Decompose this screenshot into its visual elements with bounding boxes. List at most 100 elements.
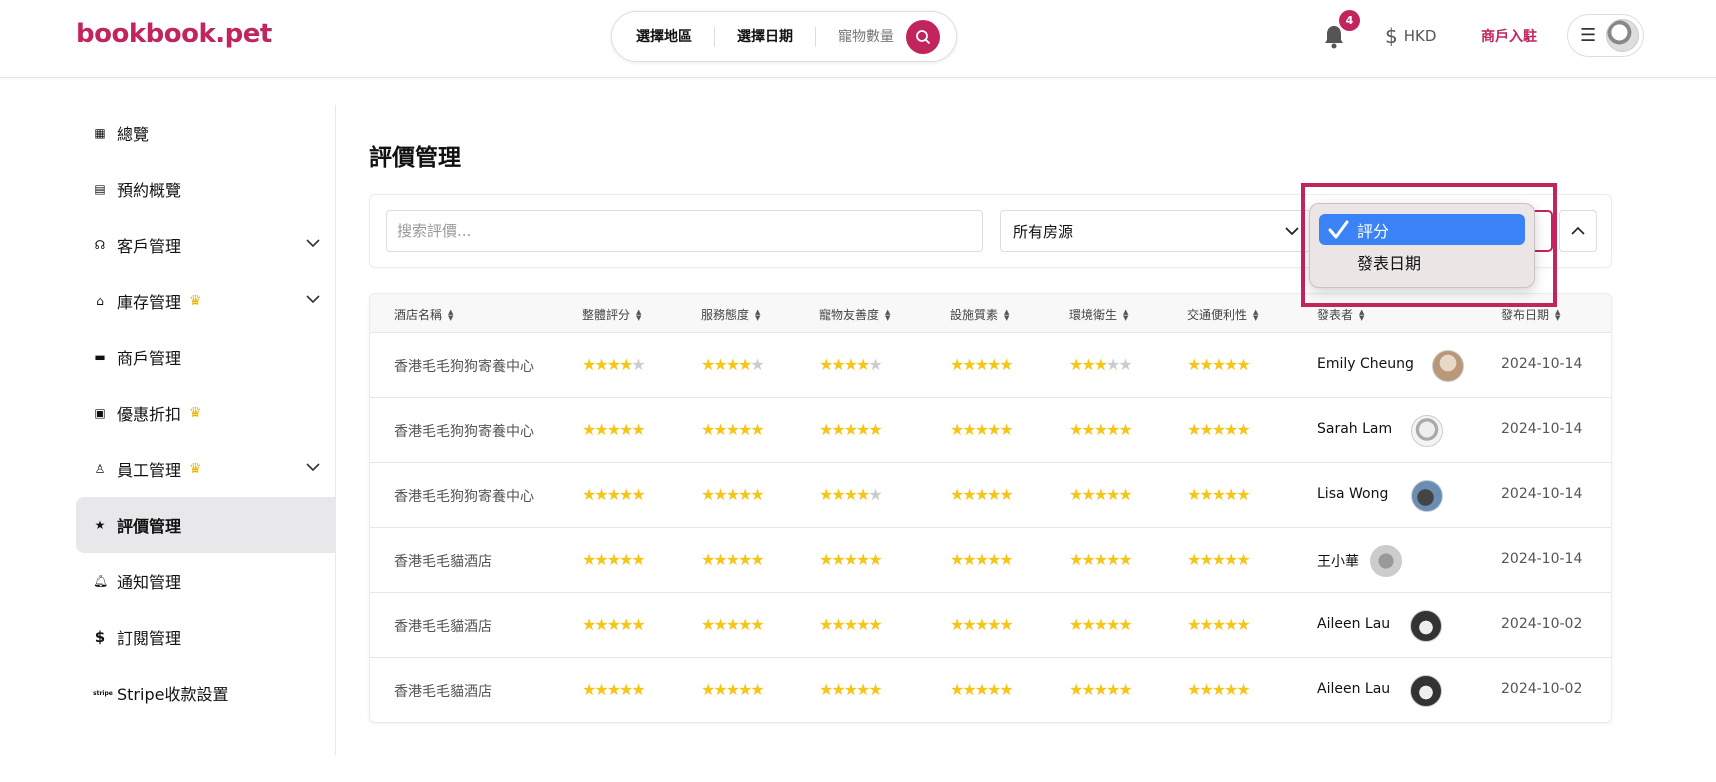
sidebar-item-label: 通知管理 <box>117 573 182 592</box>
sidebar-item-customers[interactable]: ☊ 客戶管理 <box>76 217 336 273</box>
star-rating: ★★★★★ <box>582 485 646 504</box>
star-icon: ★ <box>1187 680 1201 699</box>
star-icon: ★ <box>582 355 596 374</box>
star-icon: ★ <box>1224 355 1238 374</box>
star-rating: ★★★★★ <box>950 420 1014 439</box>
hotel-name-cell: 香港毛毛貓酒店 <box>394 554 492 570</box>
sidebar-item-label: Stripe收款設置 <box>117 685 229 704</box>
star-icon: ★ <box>831 420 845 439</box>
star-icon: ★ <box>750 615 764 634</box>
date-selector[interactable]: 選擇日期 <box>715 27 815 47</box>
sidebar-item-stripe[interactable]: stripe Stripe收款設置 <box>76 665 336 721</box>
star-icon: ★ <box>594 485 608 504</box>
star-icon: ★ <box>962 550 976 569</box>
star-rating: ★★★★★ <box>819 550 883 569</box>
star-icon: ★ <box>831 615 845 634</box>
review-search-input[interactable] <box>386 210 983 252</box>
star-icon: ★ <box>843 420 858 439</box>
star-icon: ★ <box>843 550 858 569</box>
star-icon: ★ <box>631 420 645 439</box>
column-header-label: 發布日期 <box>1501 308 1550 322</box>
sidebar-item-staff[interactable]: ♙ 員工管理 ♛ <box>76 441 336 497</box>
column-header[interactable]: 交通便利性 ▲ ▼ <box>1187 306 1258 323</box>
logo[interactable]: bookbook.pet <box>76 19 272 49</box>
star-icon: ★ <box>1106 680 1120 699</box>
table-row[interactable]: 香港毛毛貓酒店 ★★★★★ ★★★★★ ★★★★★ ★★★★★ ★★★★★ ★★★★★ 王小華… <box>370 528 1611 593</box>
star-icon: ★ <box>987 615 1001 634</box>
star-icon: ★ <box>950 550 964 569</box>
star-icon: ★ <box>582 615 596 634</box>
sort-option-label: 評分 <box>1357 221 1390 241</box>
calendar-icon: ▤ <box>94 182 106 196</box>
star-icon: ★ <box>1106 615 1120 634</box>
sidebar-item-subscription[interactable]: $ 訂閱管理 <box>76 609 336 665</box>
star-icon: ★ <box>1069 485 1083 504</box>
star-icon: ★ <box>713 485 727 504</box>
star-icon: ★ <box>582 550 596 569</box>
star-icon: ★ <box>713 680 727 699</box>
sidebar-item-reviews[interactable]: ★ 評價管理 <box>76 497 336 553</box>
star-icon: ★ <box>1069 420 1083 439</box>
sidebar-item-notifications[interactable]: 🔔︎ 通知管理 <box>76 553 336 609</box>
star-icon: ★ <box>1211 550 1226 569</box>
column-header-label: 交通便利性 <box>1187 308 1248 322</box>
table-row[interactable]: 香港毛毛貓酒店 ★★★★★ ★★★★★ ★★★★★ ★★★★★ ★★★★★ ★★★★★ Ail… <box>370 658 1611 722</box>
sidebar-item-label: 評價管理 <box>117 517 182 536</box>
sidebar-item-label: 訂閱管理 <box>117 629 182 648</box>
sidebar-item-label: 客戶管理 <box>117 237 182 256</box>
sidebar-item-label: 總覽 <box>117 125 150 144</box>
column-header-label: 設施質素 <box>950 308 999 322</box>
currency-selector[interactable]: $ HKD <box>1385 24 1436 48</box>
chevron-down-icon[interactable] <box>306 236 320 250</box>
star-icon: ★ <box>962 615 976 634</box>
column-header[interactable]: 環境衛生 ▲ ▼ <box>1069 306 1128 323</box>
star-icon: ★ <box>1118 420 1132 439</box>
hotel-name-cell: 香港毛毛貓酒店 <box>394 619 492 635</box>
sort-option-rating[interactable]: 評分 <box>1319 214 1525 245</box>
column-header[interactable]: 發布日期 ▲ ▼ <box>1501 306 1560 323</box>
star-icon: ★ <box>1224 485 1238 504</box>
chevron-down-icon[interactable] <box>306 292 320 306</box>
table-row[interactable]: 香港毛毛貓酒店 ★★★★★ ★★★★★ ★★★★★ ★★★★★ ★★★★★ ★★★★★ Ail… <box>370 593 1611 658</box>
pet-count-selector[interactable]: 寵物數量 <box>816 27 906 47</box>
table-row[interactable]: 香港毛毛狗狗寄養中心 ★★★★★ ★★★★★ ★★★★★ ★★★★★ ★★★★★ ★★★★★… <box>370 333 1611 398</box>
table-row[interactable]: 香港毛毛狗狗寄養中心 ★★★★★ ★★★★★ ★★★★★ ★★★★★ ★★★★★ ★★★★★… <box>370 398 1611 463</box>
column-header[interactable]: 整體評分 ▲ ▼ <box>582 306 641 323</box>
table-row[interactable]: 香港毛毛狗狗寄養中心 ★★★★★ ★★★★★ ★★★★★ ★★★★★ ★★★★★ ★★★★★… <box>370 463 1611 528</box>
search-button[interactable] <box>906 19 940 54</box>
sidebar-item-label: 庫存管理 <box>117 293 182 312</box>
sidebar-item-inventory[interactable]: ⌂ 庫存管理 ♛ <box>76 273 336 329</box>
author-name: Sarah Lam <box>1317 421 1393 437</box>
star-icon: ★ <box>1211 420 1226 439</box>
star-icon: ★ <box>619 485 633 504</box>
sidebar-item-overview[interactable]: ▦ 總覽 <box>76 105 336 161</box>
star-icon: ★ <box>606 680 621 699</box>
hotel-name-cell: 香港毛毛狗狗寄養中心 <box>394 489 534 505</box>
column-header[interactable]: 寵物友善度 ▲ ▼ <box>819 306 890 323</box>
star-icon: ★ <box>1093 355 1108 374</box>
star-icon: ★ <box>974 615 989 634</box>
column-header[interactable]: 酒店名稱 ▲ ▼ <box>394 306 453 323</box>
room-select[interactable]: 所有房源 <box>1000 210 1312 252</box>
search-bar[interactable]: 選擇地區 選擇日期 寵物數量 <box>611 11 957 62</box>
sidebar-item-discounts[interactable]: ▣ 優惠折扣 ♛ <box>76 385 336 441</box>
region-selector[interactable]: 選擇地區 <box>612 27 714 47</box>
sidebar-item-merchant[interactable]: ▬ 商戶管理 <box>76 329 336 385</box>
sort-option-date[interactable]: 發表日期 <box>1319 246 1525 277</box>
sort-icon: ▲ ▼ <box>1004 307 1010 322</box>
column-header[interactable]: 服務態度 ▲ ▼ <box>701 306 760 323</box>
collapse-button[interactable] <box>1559 210 1597 252</box>
chevron-down-icon[interactable] <box>306 460 320 474</box>
star-rating: ★★★★★ <box>1187 550 1251 569</box>
star-icon: ★ <box>819 550 833 569</box>
column-header[interactable]: 設施質素 ▲ ▼ <box>950 306 1009 323</box>
publish-date: 2024-10-14 <box>1501 356 1583 372</box>
star-icon: ★ <box>713 615 727 634</box>
sidebar: ▦ 總覽 ▤ 預約概覽 ☊ 客戶管理 ⌂ 庫存管理 ♛ ▬ 商戶管理 ▣ 優惠折… <box>76 105 336 755</box>
merchant-join-link[interactable]: 商戶入駐 <box>1481 26 1537 46</box>
column-header[interactable]: 發表者 ▲ ▼ <box>1317 306 1364 323</box>
search-icon <box>916 29 930 44</box>
user-menu-button[interactable]: ☰ <box>1567 14 1644 57</box>
sort-icon: ▲ ▼ <box>755 307 761 322</box>
sidebar-item-bookings[interactable]: ▤ 預約概覽 <box>76 161 336 217</box>
